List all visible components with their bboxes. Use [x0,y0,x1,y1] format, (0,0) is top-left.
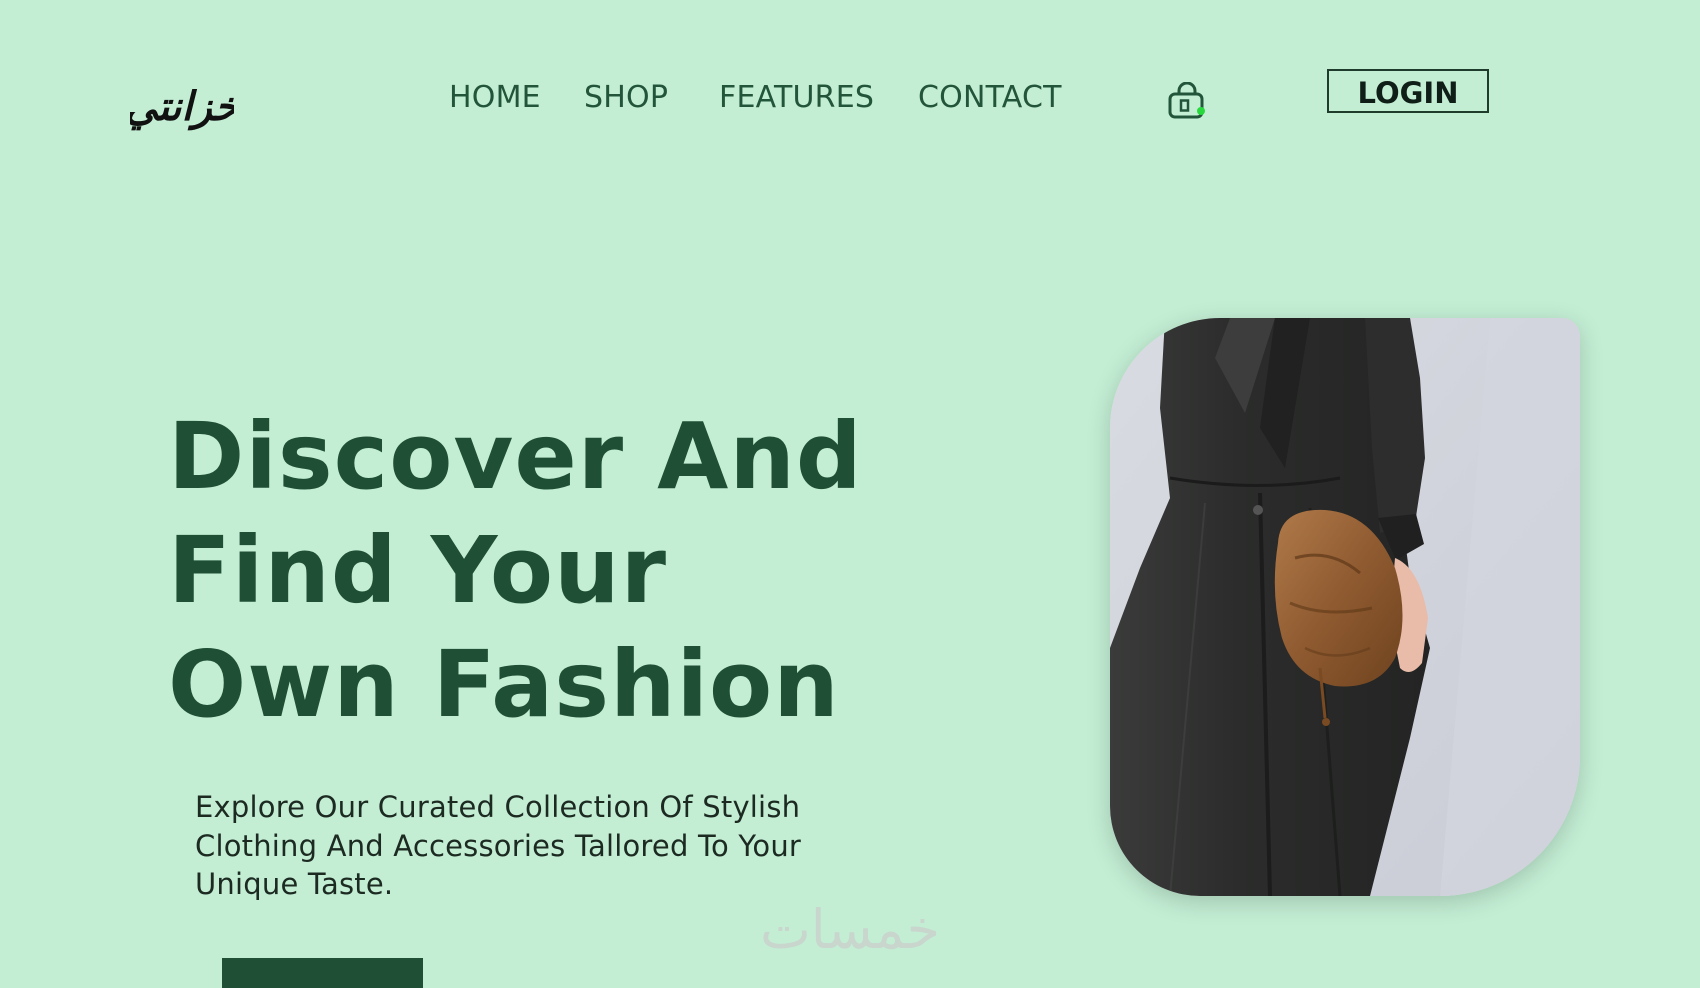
login-button[interactable]: LOGIN [1327,69,1489,113]
nav-link-features[interactable]: FEATURES [719,78,874,118]
nav-link-home[interactable]: HOME [449,78,541,118]
brand-logo[interactable]: خزانتي [130,78,234,142]
hero-image [1110,318,1580,896]
hero-cta-button[interactable] [222,958,423,988]
hero-description: Explore Our Curated Collection Of Stylis… [195,790,802,901]
watermark: خمسات [759,898,941,961]
hero-title-line-2: Find Your [168,517,668,624]
hero-title: Discover And Find Your Own Fashion [168,400,863,742]
cart-badge [1197,107,1205,115]
shopping-bag-icon [1168,81,1204,119]
nav-link-contact[interactable]: CONTACT [918,78,1062,118]
hero-title-line-1: Discover And [168,403,863,510]
brand-logo-text: خزانتي [130,84,234,131]
cart-button[interactable] [1166,81,1208,122]
nav-link-shop[interactable]: SHOP [584,78,668,118]
hero-title-line-3: Own Fashion [168,631,840,738]
hero-photo-illustration [1110,318,1580,896]
